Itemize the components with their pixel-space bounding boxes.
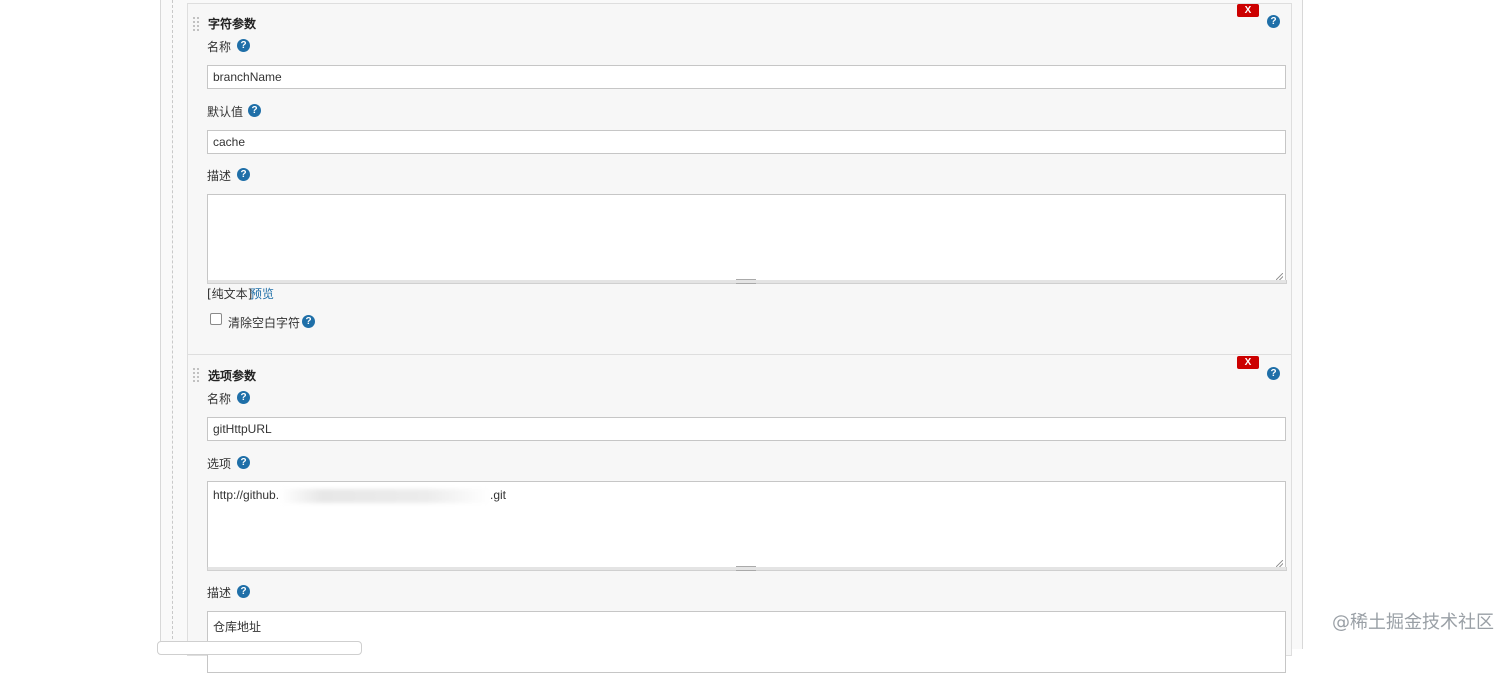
description-label: 描述 (207, 586, 232, 600)
description-label: 描述 (207, 169, 232, 183)
textarea-resize-bar[interactable] (207, 279, 1287, 284)
help-icon[interactable]: ? (302, 315, 315, 328)
description-textarea[interactable]: 仓库地址 (207, 611, 1286, 673)
name-input[interactable]: branchName (207, 65, 1286, 89)
string-parameter-section: 字符参数 X ? (187, 3, 1292, 355)
watermark: @稀土掘金技术社区 (1332, 612, 1494, 633)
plain-text-label: [纯文本] (207, 287, 253, 301)
trim-checkbox[interactable] (210, 313, 222, 325)
default-value-label: 默认值 (207, 105, 244, 119)
help-icon[interactable]: ? (237, 391, 250, 404)
description-text: 仓库地址 (213, 620, 262, 634)
trim-label: 清除空白字符 (228, 316, 301, 330)
help-icon[interactable]: ? (237, 456, 250, 469)
nesting-guide (172, 0, 173, 649)
help-icon[interactable]: ? (1267, 367, 1280, 380)
help-icon[interactable]: ? (237, 168, 250, 181)
default-value-input[interactable]: cache (207, 130, 1286, 154)
help-icon[interactable]: ? (248, 104, 261, 117)
help-icon[interactable]: ? (237, 39, 250, 52)
section-title: 选项参数 (208, 369, 257, 383)
floating-panel-edge (157, 641, 362, 655)
preview-link[interactable]: 预览 (250, 285, 274, 302)
choices-textarea[interactable]: http://github. .git (207, 481, 1286, 570)
resize-grip-icon[interactable] (1276, 273, 1283, 280)
drag-handle-icon[interactable] (192, 16, 200, 32)
help-icon[interactable]: ? (237, 585, 250, 598)
section-title: 字符参数 (208, 17, 257, 31)
name-label: 名称 (207, 40, 232, 54)
drag-handle-icon[interactable] (192, 367, 200, 383)
textarea-resize-bar[interactable] (207, 566, 1287, 571)
drag-bar-icon (736, 279, 756, 284)
delete-button[interactable]: X (1237, 356, 1259, 369)
choices-text-prefix: http://github. (213, 488, 280, 502)
delete-button[interactable]: X (1237, 4, 1259, 17)
choices-label: 选项 (207, 457, 232, 471)
drag-bar-icon (736, 566, 756, 571)
redacted-url-segment (280, 489, 490, 503)
resize-grip-icon[interactable] (1276, 560, 1283, 567)
name-input[interactable]: gitHttpURL (207, 417, 1286, 441)
description-textarea[interactable] (207, 194, 1286, 283)
help-icon[interactable]: ? (1267, 15, 1280, 28)
choices-text-suffix: .git (490, 488, 507, 502)
name-label: 名称 (207, 392, 232, 406)
